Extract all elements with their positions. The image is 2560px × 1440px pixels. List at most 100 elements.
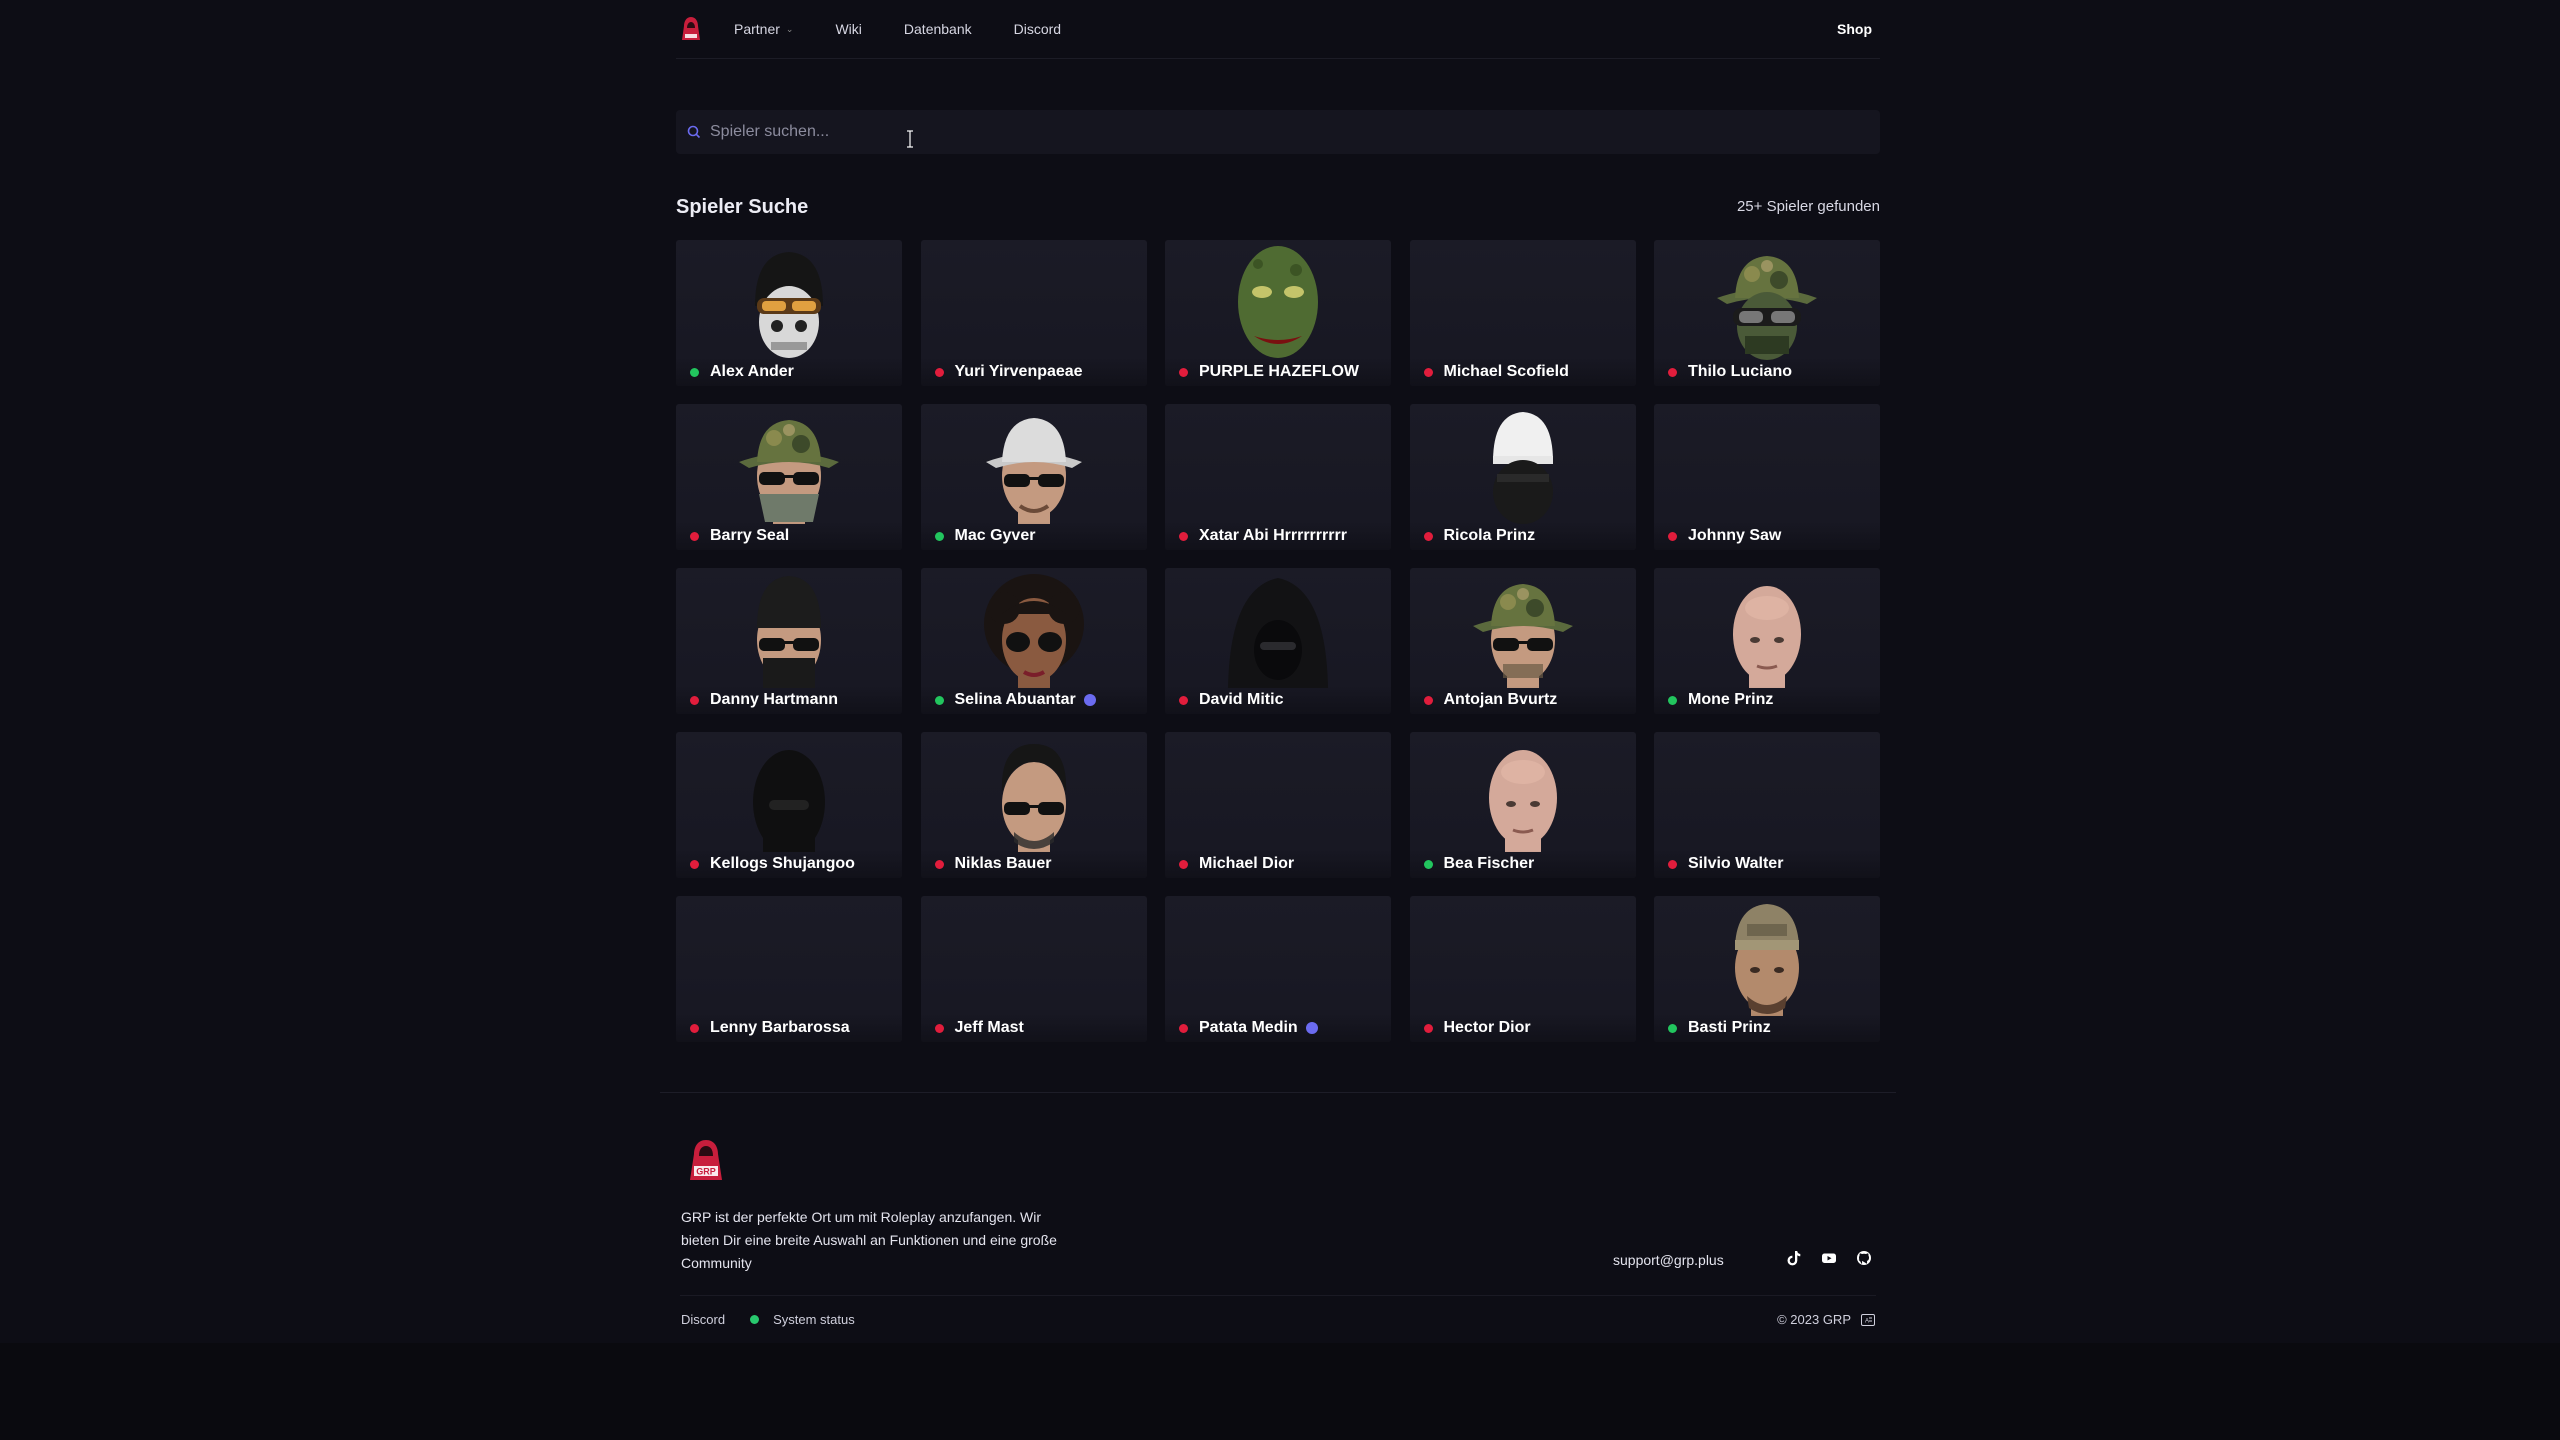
player-card-footer: Antojan Bvurtz: [1409, 686, 1636, 714]
player-avatar: [1165, 732, 1391, 852]
system-status-link[interactable]: System status: [773, 1312, 855, 1327]
player-card[interactable]: Thilo Luciano: [1654, 240, 1880, 386]
online-status-dot: [690, 367, 699, 377]
player-card[interactable]: Johnny Saw: [1654, 404, 1880, 550]
player-card[interactable]: Xatar Abi Hrrrrrrrrrr: [1165, 404, 1391, 550]
avatar-dark-hair-sunglasses-image: [1001, 744, 1066, 852]
player-name: Basti Prinz: [1688, 1019, 1771, 1036]
nav-wiki-link[interactable]: Wiki: [835, 21, 861, 37]
footer-bottom-links: Discord System status: [681, 1312, 855, 1327]
player-card[interactable]: Michael Dior: [1165, 732, 1391, 878]
player-name: PURPLE HAZEFLOW: [1199, 363, 1359, 380]
player-card-footer: Barry Seal: [676, 522, 902, 550]
verified-badge-icon: [1083, 694, 1096, 706]
avatar-beanie-sunglasses-image: [757, 576, 821, 688]
player-card[interactable]: Silvio Walter: [1654, 732, 1880, 878]
offline-status-dot: [1179, 1023, 1188, 1033]
player-name: Thilo Luciano: [1688, 363, 1792, 380]
player-card-footer: PURPLE HAZEFLOW: [1165, 358, 1391, 386]
player-card-footer: Alex Ander: [676, 358, 902, 386]
player-card-footer: Ricola Prinz: [1409, 522, 1636, 550]
offline-status-dot: [1668, 531, 1677, 541]
player-card[interactable]: Danny Hartmann: [676, 568, 902, 714]
grp-logo-icon[interactable]: [680, 13, 708, 45]
nav-datenbank-link[interactable]: Datenbank: [904, 21, 972, 37]
nav-discord-label: Discord: [1013, 21, 1062, 37]
avatar-curly-hair-sunglasses-image: [983, 574, 1084, 688]
player-card[interactable]: Basti Prinz: [1654, 896, 1880, 1042]
footer-description: GRP ist der perfekte Ort um mit Roleplay…: [681, 1209, 1057, 1271]
player-avatar: [676, 404, 902, 524]
online-status-dot: [1668, 695, 1677, 705]
player-name: Michael Scofield: [1443, 363, 1569, 380]
language-icon[interactable]: A: [1861, 1313, 1875, 1326]
youtube-icon[interactable]: [1821, 1250, 1837, 1266]
player-card[interactable]: PURPLE HAZEFLOW: [1165, 240, 1391, 386]
player-name: Antojan Bvurtz: [1443, 691, 1558, 708]
player-search-input[interactable]: [710, 123, 1810, 141]
offline-status-dot: [690, 1023, 699, 1033]
chevron-down-icon: ⌄: [785, 23, 794, 34]
offline-status-dot: [690, 859, 699, 869]
player-avatar: [676, 896, 902, 1016]
tiktok-icon[interactable]: [1786, 1250, 1802, 1266]
player-avatar: [1410, 896, 1636, 1016]
player-avatar: [1654, 732, 1880, 852]
nav-datenbank-label: Datenbank: [903, 21, 972, 37]
player-card[interactable]: Antojan Bvurtz: [1409, 568, 1636, 714]
player-card[interactable]: Barry Seal: [676, 404, 902, 550]
player-avatar: [1410, 568, 1636, 688]
player-card[interactable]: Bea Fischer: [1409, 732, 1636, 878]
player-name: Bea Fischer: [1443, 855, 1535, 872]
nav-partner-label: Partner: [734, 21, 780, 37]
player-avatar: [1165, 568, 1391, 688]
player-card[interactable]: Alex Ander: [676, 240, 902, 386]
player-card[interactable]: Niklas Bauer: [920, 732, 1147, 878]
avatar-camo-hat-bandana-image: [739, 420, 839, 524]
avatar-camo-hat-goggles-image: [1717, 256, 1817, 360]
nav-partner-link[interactable]: Partner ⌄: [734, 21, 793, 37]
player-card-footer: Johnny Saw: [1654, 522, 1880, 550]
player-name: Hector Dior: [1443, 1019, 1531, 1036]
nav-discord-link[interactable]: Discord: [1014, 21, 1061, 37]
player-avatar: [1410, 240, 1636, 360]
player-card[interactable]: Yuri Yirvenpaeae: [920, 240, 1147, 386]
player-avatar: [676, 732, 902, 852]
player-name: Ricola Prinz: [1443, 527, 1536, 544]
footer-discord-link[interactable]: Discord: [681, 1312, 725, 1327]
player-card-footer: Jeff Mast: [920, 1014, 1147, 1042]
player-card-footer: Danny Hartmann: [676, 686, 902, 714]
player-search-bar[interactable]: [676, 110, 1880, 154]
avatar-white-cap-mask-image: [1492, 412, 1553, 524]
github-icon[interactable]: [1856, 1250, 1872, 1266]
player-card[interactable]: Patata Medin: [1165, 896, 1391, 1042]
player-card[interactable]: Lenny Barbarossa: [676, 896, 902, 1042]
player-card-footer: Silvio Walter: [1654, 850, 1880, 878]
player-card[interactable]: Mone Prinz: [1654, 568, 1880, 714]
player-card[interactable]: David Mitic: [1165, 568, 1391, 714]
player-card[interactable]: Michael Scofield: [1409, 240, 1636, 386]
offline-status-dot: [1423, 1023, 1433, 1033]
search-icon: [687, 125, 701, 139]
system-status-dot: [750, 1315, 760, 1324]
player-card[interactable]: Selina Abuantar: [920, 568, 1147, 714]
offline-status-dot: [690, 695, 699, 705]
player-card[interactable]: Mac Gyver: [920, 404, 1147, 550]
player-name: David Mitic: [1199, 691, 1284, 708]
online-status-dot: [1668, 1023, 1677, 1033]
offline-status-dot: [1668, 367, 1677, 377]
player-card[interactable]: Kellogs Shujangoo: [676, 732, 902, 878]
avatar-skull-mask-goggles-image: [755, 252, 823, 358]
player-avatar: [1654, 404, 1880, 524]
offline-status-dot: [934, 1023, 944, 1033]
support-email-link[interactable]: support@grp.plus: [1613, 1252, 1724, 1268]
avatar-camo-hat-sunglasses-image: [1472, 584, 1573, 688]
player-card[interactable]: Hector Dior: [1409, 896, 1636, 1042]
result-count: 25+ Spieler gefunden: [1736, 198, 1880, 215]
offline-status-dot: [1423, 695, 1433, 705]
player-name: Kellogs Shujangoo: [710, 855, 855, 872]
player-card-footer: Selina Abuantar: [920, 686, 1147, 714]
nav-shop-link[interactable]: Shop: [1837, 21, 1872, 37]
player-card[interactable]: Jeff Mast: [920, 896, 1147, 1042]
player-card[interactable]: Ricola Prinz: [1409, 404, 1636, 550]
